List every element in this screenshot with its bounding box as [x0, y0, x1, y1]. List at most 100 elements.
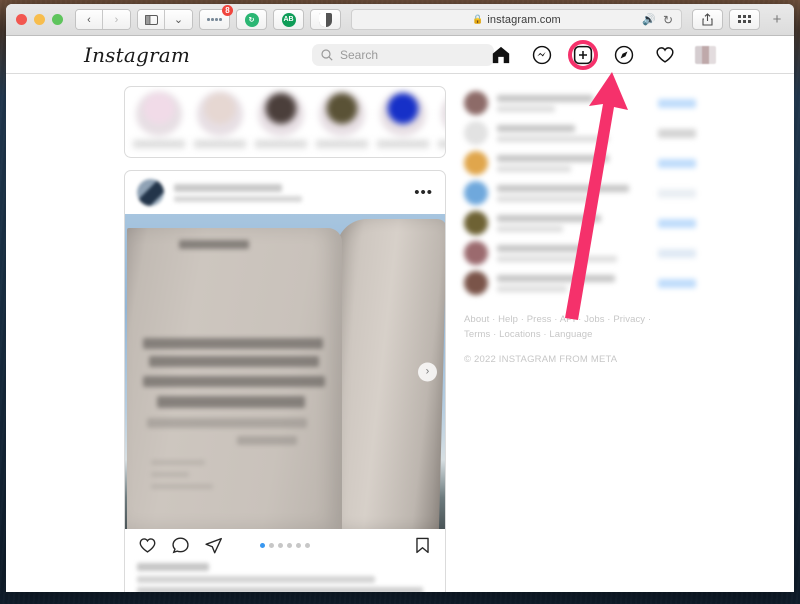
search-input[interactable] — [340, 47, 485, 62]
suggestion-action-button[interactable] — [658, 98, 696, 108]
navigation-buttons[interactable]: ‹ › — [75, 9, 131, 30]
browser-window: ‹ › ⌄ 8 ↻ AB 🔒 instagram.com 🔊 ↻ + Insta… — [6, 4, 794, 592]
suggestion-avatar[interactable] — [464, 181, 488, 205]
story-item[interactable] — [377, 91, 429, 153]
sidebar-icon[interactable] — [138, 10, 165, 29]
suggestions-list — [464, 88, 696, 298]
messenger-icon[interactable] — [531, 44, 553, 66]
heart-icon[interactable] — [654, 44, 676, 66]
compass-icon[interactable] — [613, 44, 635, 66]
avatar[interactable] — [695, 45, 716, 64]
post-caption-line-2-redacted — [137, 587, 423, 592]
post-author-avatar[interactable] — [137, 179, 164, 206]
page-content: ••• › About · Help · Press · API · Jobs … — [6, 74, 794, 592]
suggestion-row[interactable] — [464, 118, 696, 148]
suggestion-avatar[interactable] — [464, 121, 488, 145]
suggestion-row[interactable] — [464, 148, 696, 178]
carousel-next-button[interactable]: › — [418, 362, 437, 381]
window-traffic-lights[interactable] — [12, 14, 69, 25]
feed-column: ••• › — [124, 86, 446, 592]
post-options-icon[interactable]: ••• — [414, 185, 433, 200]
speaker-playing-icon[interactable]: 🔊 — [642, 13, 656, 26]
url-text: instagram.com — [487, 13, 561, 26]
post-image[interactable]: › — [125, 214, 445, 529]
suggestion-avatar[interactable] — [464, 91, 488, 115]
minimize-window-button[interactable] — [34, 14, 45, 25]
post-location-redacted[interactable] — [174, 195, 302, 202]
lock-icon: 🔒 — [472, 14, 484, 24]
carousel-dot[interactable] — [278, 542, 283, 548]
suggestion-avatar[interactable] — [464, 211, 488, 235]
password-manager-icon[interactable]: 8 — [199, 5, 233, 30]
close-window-button[interactable] — [16, 14, 27, 25]
suggestion-avatar[interactable] — [464, 271, 488, 295]
share-post-icon[interactable] — [203, 535, 224, 556]
sidebar-footer: About · Help · Press · API · Jobs · Priv… — [464, 312, 696, 365]
adblock-icon[interactable]: AB — [273, 9, 304, 30]
create-icon[interactable] — [568, 39, 598, 70]
bookmark-icon[interactable] — [412, 535, 433, 556]
feed-post: ••• › — [124, 170, 446, 592]
carousel-dot[interactable] — [269, 542, 274, 548]
instagram-page: Instagram Search ••• › About · Help · Pr… — [6, 36, 794, 592]
maximize-window-button[interactable] — [52, 14, 63, 25]
suggestion-text — [497, 214, 649, 232]
chevron-down-icon[interactable]: ⌄ — [165, 10, 192, 29]
suggestion-action-button[interactable] — [658, 188, 696, 198]
new-tab-button[interactable]: + — [766, 11, 788, 28]
forward-button[interactable]: › — [103, 10, 130, 29]
back-button[interactable]: ‹ — [76, 10, 103, 29]
footer-copyright: © 2022 INSTAGRAM FROM META — [464, 354, 618, 365]
sidebar-and-tabs-group[interactable]: ⌄ — [137, 9, 193, 30]
header-nav-icons — [490, 39, 716, 70]
post-author-meta — [174, 183, 404, 202]
browser-toolbar: ‹ › ⌄ 8 ↻ AB 🔒 instagram.com 🔊 ↻ + — [6, 4, 794, 36]
suggestion-row[interactable] — [464, 238, 696, 268]
post-header: ••• — [125, 171, 445, 214]
story-item[interactable] — [133, 91, 185, 153]
post-caption-line-1-redacted — [137, 576, 375, 583]
suggestion-text — [497, 124, 649, 142]
story-item[interactable] — [316, 91, 368, 153]
contrast-shield-icon[interactable] — [310, 9, 341, 30]
comment-icon[interactable] — [170, 535, 191, 556]
reload-icon[interactable]: ↻ — [663, 13, 673, 27]
tab-grid-icon[interactable] — [729, 9, 760, 30]
carousel-dot[interactable] — [305, 542, 310, 548]
suggestion-action-button[interactable] — [658, 128, 696, 138]
suggestion-avatar[interactable] — [464, 241, 488, 265]
book-page-left — [127, 228, 342, 529]
instagram-logo[interactable]: Instagram — [84, 43, 190, 67]
suggestion-text — [497, 94, 649, 112]
suggestion-avatar[interactable] — [464, 151, 488, 175]
suggestion-action-button[interactable] — [658, 248, 696, 258]
home-icon[interactable] — [490, 44, 512, 66]
suggestion-text — [497, 274, 649, 292]
carousel-dot[interactable] — [260, 542, 265, 548]
post-likes-redacted — [137, 563, 209, 571]
address-bar[interactable]: 🔒 instagram.com 🔊 ↻ — [351, 9, 682, 30]
stories-tray[interactable] — [124, 86, 446, 158]
suggestion-row[interactable] — [464, 88, 696, 118]
post-actions-bar — [125, 529, 445, 561]
suggestion-row[interactable] — [464, 178, 696, 208]
story-item[interactable] — [438, 91, 445, 153]
carousel-dot[interactable] — [287, 542, 292, 548]
suggestion-action-button[interactable] — [658, 218, 696, 228]
carousel-dots — [260, 542, 310, 548]
suggestion-row[interactable] — [464, 208, 696, 238]
story-item[interactable] — [255, 91, 307, 153]
suggestion-action-button[interactable] — [658, 158, 696, 168]
search-box[interactable] — [312, 43, 494, 66]
suggestion-text — [497, 184, 649, 202]
like-icon[interactable] — [137, 535, 158, 556]
post-footer — [125, 561, 445, 592]
green-refresh-icon[interactable]: ↻ — [236, 9, 267, 30]
footer-links[interactable]: About · Help · Press · API · Jobs · Priv… — [464, 312, 654, 342]
post-username-redacted[interactable] — [174, 183, 282, 192]
suggestion-row[interactable] — [464, 268, 696, 298]
carousel-dot[interactable] — [296, 542, 301, 548]
suggestion-action-button[interactable] — [658, 278, 696, 288]
share-icon[interactable] — [692, 9, 723, 30]
story-item[interactable] — [194, 91, 246, 153]
